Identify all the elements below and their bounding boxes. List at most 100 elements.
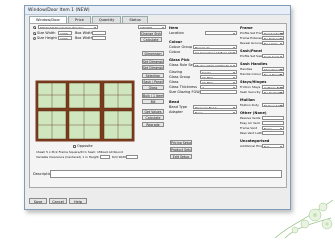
colour-label: Colour xyxy=(169,50,181,54)
reveal-label: Reveal Groove xyxy=(240,41,262,45)
dimension-button[interactable]: Dimension xyxy=(142,51,164,56)
window-title: Window/Door Item 1 (NEW) xyxy=(25,6,290,15)
glass-label: Glass xyxy=(169,80,179,84)
handles-label: Handles xyxy=(240,67,253,71)
mullion-duty-label: Mullion Duty xyxy=(240,103,259,107)
set-dimension-2-button[interactable]: Set Dimension xyxy=(142,65,164,70)
height-input[interactable]: 1000 xyxy=(58,36,72,40)
passive-vents-input[interactable] xyxy=(262,116,284,120)
window-preview xyxy=(35,80,135,142)
sash-handles-header: Sash Handles xyxy=(240,62,268,66)
frame-vent-select[interactable]: None xyxy=(262,126,284,130)
glass-rule-label: Glass Rule Set xyxy=(169,63,195,67)
variable-clearance-label: Variable Clearance (Centered) 1 in Heigh… xyxy=(36,155,99,159)
uncategorised-header: Uncategorised xyxy=(240,139,270,143)
easy-vent-input[interactable] xyxy=(262,121,284,125)
size-height-radio[interactable] xyxy=(33,37,36,40)
pass-vent-lattice-input[interactable] xyxy=(262,131,284,135)
box-height-label: Box Width xyxy=(75,36,93,40)
glass-select[interactable]: Cb Film xyxy=(200,80,237,84)
glazing-select[interactable]: Single xyxy=(200,70,237,74)
bead-header: Bead xyxy=(169,100,180,104)
glass-button[interactable]: Glass xyxy=(142,85,164,90)
glass-group-label: Glass Group xyxy=(169,75,191,79)
code2-select[interactable]: CW/IDM xyxy=(138,25,166,29)
colour-group-select[interactable]: Bronze (I) xyxy=(193,45,237,49)
window-door-pane: TOU|GCP Residential Window CW/IDM Size W… xyxy=(29,23,287,188)
profile-set-select[interactable]: Residential Frame xyxy=(262,31,284,35)
other-header: Other (None) xyxy=(240,111,267,115)
friction-stays-select[interactable]: Cottage Friction Stays (E) xyxy=(262,85,284,89)
glazing-label: Glazing xyxy=(169,70,183,74)
window-door-dialog: Window/Door Item 1 (NEW) Window/Door Pri… xyxy=(24,5,291,210)
box-height-input[interactable] xyxy=(92,36,106,40)
size-width-label: Size Width xyxy=(37,31,56,35)
bulk-item-button[interactable]: Bulk / 1 Item xyxy=(142,93,164,98)
thickness-select[interactable]: 4 xyxy=(200,85,237,89)
sash-panel-header: Sash/Panel xyxy=(240,49,263,53)
opposite-checkbox[interactable] xyxy=(73,145,76,148)
colour-select[interactable]: C1 Greystone LT Bron (Ro xyxy=(193,50,237,54)
size-glazing-label: Size Glazing FGW/% xyxy=(169,90,205,94)
frame-ext-select[interactable]: No Extension Frm xyxy=(262,36,284,40)
location-select[interactable] xyxy=(205,31,237,35)
sash-panel-button[interactable]: Sash / Panel xyxy=(142,79,164,84)
bead-type-select[interactable]: Pressure Bead xyxy=(193,105,237,109)
size-height-label: Size Height xyxy=(37,36,57,40)
save-button[interactable]: Save xyxy=(29,198,47,204)
profile-sash-label: Profile Set Sash xyxy=(240,54,264,58)
set-dimension-button[interactable]: Set Dimension xyxy=(142,59,164,64)
mullion-header: Mullion xyxy=(240,98,255,102)
mode-radio-1[interactable] xyxy=(33,26,36,29)
frame-vent-label: Frame Vent xyxy=(240,126,258,130)
bill-button[interactable]: Bill xyxy=(142,99,164,104)
location-label: Location xyxy=(169,31,184,35)
opposite-label: Opposite xyxy=(77,144,93,148)
size-summary: 1Sash 5 x Pick Frame Square/Z=1 Sash: 1M… xyxy=(36,150,123,154)
calculate-top-button[interactable]: Calculate xyxy=(140,37,162,42)
box-width-input[interactable] xyxy=(92,31,106,35)
passive-vents-label: Passive Vents xyxy=(240,116,261,120)
qty-width-input[interactable] xyxy=(126,155,138,159)
get-values-button[interactable]: Get Values xyxy=(142,109,164,114)
sash-security-label: Sash Security xyxy=(240,90,261,94)
selection-button[interactable]: Selection xyxy=(142,73,164,78)
bead-type-label: Bead Type xyxy=(169,105,188,109)
handle-colour-select[interactable]: No 2 Handle xyxy=(262,72,284,76)
frame-header: Frame xyxy=(240,26,253,30)
pricing-setup-button[interactable]: Pricing Setup xyxy=(170,140,192,145)
profile-sash-select[interactable]: Sash Sash xyxy=(262,54,284,58)
calculate-button[interactable]: Calculate xyxy=(142,115,164,120)
size-glazing-input[interactable] xyxy=(200,90,237,94)
thickness-label: Glass Thickness xyxy=(169,85,197,89)
handle-colour-label: Handle Colour xyxy=(240,72,262,76)
glass-rule-select[interactable]: T5 Very High (YYDD Pa (L xyxy=(193,63,237,67)
box-width-label: Box Width xyxy=(75,31,93,35)
clearance-input[interactable] xyxy=(100,155,110,159)
size-width-radio[interactable] xyxy=(33,32,36,35)
additional-hinges-select[interactable]: N/A xyxy=(262,144,284,148)
easy-vent-label: Easy Air Vent xyxy=(240,121,260,125)
sash-security-select[interactable]: No Restrictor/Security xyxy=(262,90,284,94)
glass-group-select[interactable]: Cb Film xyxy=(200,75,237,79)
regrade-button[interactable]: Regrade xyxy=(142,122,164,127)
reveal-select[interactable]: No Lintel xyxy=(262,41,284,45)
mullion-duty-select[interactable]: Mullion Small xyxy=(262,103,284,107)
stays-hinges-header: Stays/Hinges xyxy=(240,80,267,84)
edit-setup-button[interactable]: Edit Setup xyxy=(170,154,192,159)
glass-header: Glass Pick xyxy=(169,58,190,62)
width-input[interactable]: 1000 xyxy=(58,31,72,35)
adapter-select[interactable]: None xyxy=(193,110,237,114)
change-style-button[interactable]: Change Style xyxy=(140,31,162,36)
help-button[interactable]: Help xyxy=(69,198,87,204)
handles-select[interactable]: Standing (IP) xyxy=(262,67,284,71)
cancel-button[interactable]: Cancel xyxy=(49,198,67,204)
colour-group-label: Colour Group xyxy=(169,45,193,49)
code-select[interactable]: TOU|GCP Residential Window xyxy=(38,25,98,29)
colour-header: Colour xyxy=(169,40,183,44)
item-header: Item xyxy=(169,26,179,30)
description-input[interactable] xyxy=(50,170,282,178)
friction-stays-label: Friction Stays xyxy=(240,85,261,89)
product-setup-button[interactable]: Product Setup xyxy=(170,147,192,152)
adapter-label: Adapter xyxy=(169,110,183,114)
